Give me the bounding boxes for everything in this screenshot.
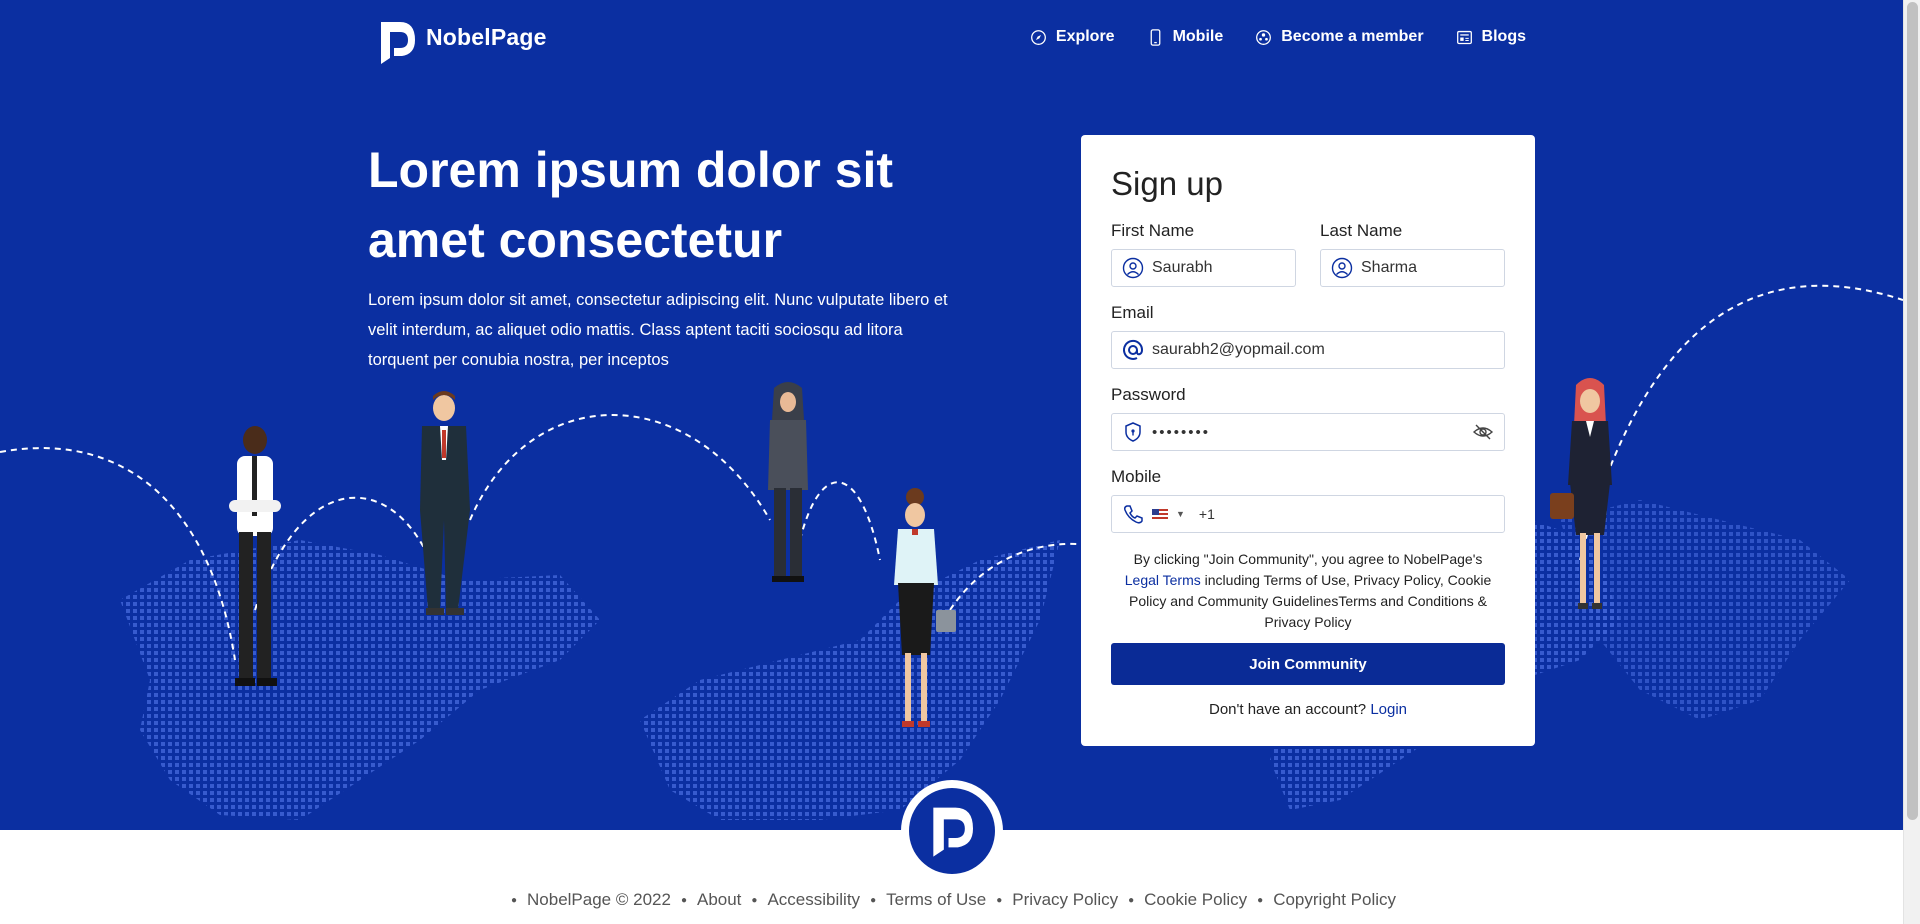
legal-terms-link[interactable]: Legal Terms <box>1125 572 1201 588</box>
footer-separator: ● <box>680 895 687 906</box>
footer-separator: ● <box>870 895 877 906</box>
person-illustration <box>420 391 470 615</box>
signup-card: Sign up First Name Saurabh Last Name Sha… <box>1081 135 1535 746</box>
phone-call-icon <box>1124 505 1143 524</box>
first-name-value: Saurabh <box>1152 259 1213 276</box>
compass-icon <box>1030 29 1046 45</box>
nav-label: Mobile <box>1172 28 1224 45</box>
last-name-value: Sharma <box>1361 259 1418 276</box>
last-name-input[interactable]: Sharma <box>1320 249 1505 287</box>
join-community-button[interactable]: Join Community <box>1111 643 1505 685</box>
hero-title: Lorem ipsum dolor sit amet consectetur <box>368 142 894 268</box>
brand-badge-inner <box>909 788 995 874</box>
brand-name: NobelPage <box>426 23 547 50</box>
nav-label: Become a member <box>1281 28 1424 45</box>
chevron-down-icon[interactable]: ▼ <box>1176 509 1185 519</box>
members-icon <box>1256 29 1272 45</box>
at-sign-icon <box>1123 339 1144 360</box>
email-label: Email <box>1111 303 1154 322</box>
terms-pre: By clicking "Join Community", you agree … <box>1133 551 1483 567</box>
phone-icon <box>1150 28 1160 46</box>
mobile-input[interactable]: ▼ +1 <box>1111 495 1505 533</box>
last-name-field: Last Name Sharma <box>1320 221 1505 287</box>
footer-separator: ● <box>1128 895 1135 906</box>
nav-item-mobile[interactable]: Mobile <box>1147 28 1224 46</box>
footer-link-terms[interactable]: Terms of Use <box>886 890 986 912</box>
brand-logo[interactable]: NobelPage <box>378 18 547 66</box>
person-illustration <box>768 382 808 582</box>
top-nav: Explore Mobile Become a member Blogs <box>1030 28 1526 46</box>
email-value: saurabh2@yopmail.com <box>1152 341 1325 358</box>
first-name-label: First Name <box>1111 221 1195 240</box>
password-label: Password <box>1111 385 1186 404</box>
nav-item-explore[interactable]: Explore <box>1030 28 1115 46</box>
nav-label: Blogs <box>1481 28 1526 45</box>
hero-section: NobelPage Explore Mobile Become a member… <box>0 0 1903 830</box>
brand-badge <box>901 780 1003 882</box>
login-prompt: Don't have an account? Login <box>1111 701 1505 718</box>
scrollbar-thumb[interactable] <box>1907 2 1918 820</box>
us-flag-icon[interactable] <box>1152 508 1168 520</box>
signup-title: Sign up <box>1111 165 1223 202</box>
last-name-label: Last Name <box>1320 221 1403 240</box>
footer-separator: ● <box>1257 895 1264 906</box>
mobile-field: Mobile ▼ +1 <box>1111 467 1505 533</box>
terms-text: By clicking "Join Community", you agree … <box>1111 549 1505 633</box>
user-icon <box>1122 257 1144 279</box>
vertical-scrollbar[interactable] <box>1903 0 1920 924</box>
nobelpage-logo-icon <box>381 22 415 64</box>
footer-link-copyright[interactable]: Copyright Policy <box>1273 890 1396 912</box>
footer-separator: ● <box>751 895 758 906</box>
footer-link-accessibility[interactable]: Accessibility <box>767 890 860 912</box>
login-link[interactable]: Login <box>1370 701 1407 718</box>
country-code: +1 <box>1198 506 1215 522</box>
nobelpage-logo-icon <box>933 807 973 857</box>
footer-copyright: NobelPage © 2022 <box>527 890 671 909</box>
mobile-label: Mobile <box>1111 467 1162 486</box>
nav-item-blogs[interactable]: Blogs <box>1456 28 1526 46</box>
footer-link-cookie[interactable]: Cookie Policy <box>1144 890 1247 912</box>
footer-links: ● NobelPage © 2022 ● About ● Accessibili… <box>0 890 1903 912</box>
shield-icon <box>1125 422 1141 442</box>
person-illustration <box>229 426 281 686</box>
hero-text: Lorem ipsum dolor sit amet, consectetur … <box>368 291 948 369</box>
user-icon <box>1331 257 1353 279</box>
password-value: •••••••• <box>1152 423 1211 441</box>
password-input[interactable]: •••••••• <box>1111 413 1505 451</box>
footer-link-about[interactable]: About <box>697 890 741 912</box>
blog-icon <box>1456 30 1472 44</box>
first-name-field: First Name Saurabh <box>1111 221 1296 287</box>
nav-item-become-member[interactable]: Become a member <box>1255 28 1424 46</box>
person-illustration <box>894 488 956 727</box>
eye-off-icon[interactable] <box>1472 421 1494 443</box>
person-illustration <box>1550 378 1612 609</box>
name-row: First Name Saurabh Last Name Sharma <box>1111 221 1505 303</box>
email-input[interactable]: saurabh2@yopmail.com <box>1111 331 1505 369</box>
email-field: Email saurabh2@yopmail.com <box>1111 303 1505 369</box>
password-field: Password •••••••• <box>1111 385 1505 451</box>
nav-label: Explore <box>1055 28 1115 45</box>
footer-separator: ● <box>510 895 518 906</box>
first-name-input[interactable]: Saurabh <box>1111 249 1296 287</box>
login-prompt-text: Don't have an account? <box>1208 701 1367 718</box>
footer-separator: ● <box>996 895 1003 906</box>
footer-link-privacy[interactable]: Privacy Policy <box>1012 890 1118 912</box>
